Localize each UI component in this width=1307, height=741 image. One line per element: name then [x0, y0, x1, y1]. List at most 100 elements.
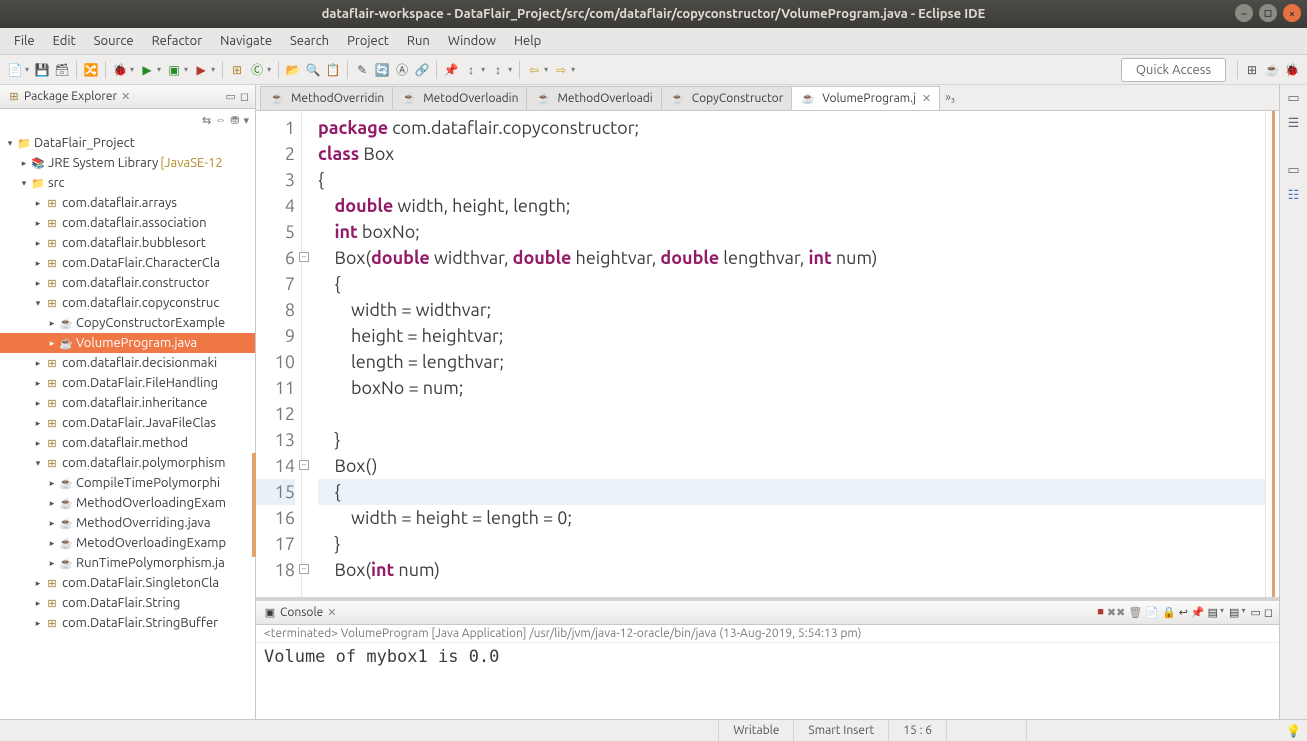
link-icon[interactable]: 🔗	[413, 61, 431, 79]
min-console-icon[interactable]: ▭	[1250, 606, 1260, 619]
menu-project[interactable]: Project	[339, 31, 397, 51]
remove-all-icon[interactable]: 🗑	[1128, 606, 1142, 619]
coverage-icon[interactable]: ▣	[165, 61, 183, 79]
editor-tab[interactable]: ☕MethodOverridin	[260, 86, 393, 110]
remove-launch-icon[interactable]: ✖✖	[1107, 606, 1125, 619]
editor-tab[interactable]: ☕MethodOverloadi	[526, 86, 661, 110]
project-node[interactable]: ▾📁DataFlair_Project	[0, 133, 255, 153]
menu-edit[interactable]: Edit	[45, 31, 84, 51]
package-explorer-tree[interactable]: ▾📁DataFlair_Project▸📚JRE System Library …	[0, 131, 255, 719]
wand-icon[interactable]: ✎	[353, 61, 371, 79]
package-node[interactable]: ▸⊞com.dataflair.arrays	[0, 193, 255, 213]
java-perspective-icon[interactable]: ☕	[1263, 61, 1281, 79]
new-class-icon[interactable]: Ⓒ	[248, 61, 266, 79]
close-button[interactable]: ×	[1283, 4, 1301, 22]
open-type-icon[interactable]: 📂	[284, 61, 302, 79]
max-console-icon[interactable]: ◻	[1264, 606, 1273, 619]
file-node[interactable]: ▸☕MethodOverriding.java	[0, 513, 255, 533]
switch-icon[interactable]: 🔀	[82, 61, 100, 79]
display-console-icon[interactable]: ▤	[1208, 606, 1218, 619]
menu-refactor[interactable]: Refactor	[144, 31, 211, 51]
dropdown-icon[interactable]: ▾	[130, 65, 134, 74]
pin-console-icon[interactable]: 📌	[1191, 606, 1205, 619]
maximize-view-icon[interactable]: ◻	[240, 90, 249, 103]
restore-icon[interactable]: ▭	[1287, 91, 1299, 106]
minimize-button[interactable]: –	[1235, 4, 1253, 22]
search-icon[interactable]: 🔍	[304, 61, 322, 79]
dropdown-icon[interactable]: ▾	[481, 65, 485, 74]
dropdown-icon[interactable]: ▾	[267, 65, 271, 74]
dropdown-icon[interactable]: ▾	[508, 65, 512, 74]
filter-icon[interactable]: ⛃	[230, 114, 239, 127]
tip-icon[interactable]: 💡	[1286, 724, 1301, 738]
package-node[interactable]: ▸⊞com.dataflair.bubblesort	[0, 233, 255, 253]
package-node[interactable]: ▸⊞com.dataflair.method	[0, 433, 255, 453]
debug-perspective-icon[interactable]: 🐞	[1283, 61, 1301, 79]
menu-search[interactable]: Search	[282, 31, 337, 51]
dropdown-icon[interactable]: ▾	[1220, 606, 1224, 619]
open-console-icon[interactable]: ▤	[1229, 606, 1239, 619]
quick-access[interactable]: Quick Access	[1121, 58, 1226, 82]
outline-icon[interactable]: ☷	[1288, 188, 1300, 203]
package-node[interactable]: ▸⊞com.DataFlair.StringBuffer	[0, 613, 255, 633]
menu-window[interactable]: Window	[440, 31, 504, 51]
nav-up-icon[interactable]: ↕	[462, 61, 480, 79]
terminate-icon[interactable]: ■	[1097, 606, 1104, 619]
open-perspective-icon[interactable]: ⊞	[1243, 61, 1261, 79]
package-node[interactable]: ▸⊞com.DataFlair.FileHandling	[0, 373, 255, 393]
task-list-icon[interactable]: ☰	[1288, 116, 1300, 131]
file-copyconstructorexample[interactable]: ▸☕CopyConstructorExample	[0, 313, 255, 333]
editor-gutter[interactable]: 12345−678910111213−14151617−18	[256, 111, 302, 597]
package-node[interactable]: ▸⊞com.DataFlair.CharacterCla	[0, 253, 255, 273]
file-node[interactable]: ▸☕CompileTimePolymorphi	[0, 473, 255, 493]
clear-console-icon[interactable]: 📄	[1145, 606, 1159, 619]
refresh-icon[interactable]: 🔄	[373, 61, 391, 79]
close-icon[interactable]: ✕	[922, 92, 931, 105]
debug-icon[interactable]: 🐞	[111, 61, 129, 79]
pin-icon[interactable]: 📌	[442, 61, 460, 79]
save-all-icon[interactable]: 🗃	[53, 61, 71, 79]
file-node[interactable]: ▸☕RunTimePolymorphism.ja	[0, 553, 255, 573]
menu-help[interactable]: Help	[506, 31, 549, 51]
view-menu-icon[interactable]: ▾	[243, 114, 249, 127]
save-icon[interactable]: 💾	[33, 61, 51, 79]
editor-tab[interactable]: ☕CopyConstructor	[661, 86, 793, 110]
code-editor[interactable]: package com.dataflair.copyconstructor;cl…	[302, 111, 1265, 597]
editor-tab[interactable]: ☕VolumeProgram.j✕	[791, 86, 940, 110]
new-icon[interactable]: 📄	[6, 61, 24, 79]
file-volumeprogram[interactable]: ▸☕VolumeProgram.java	[0, 333, 255, 353]
dropdown-icon[interactable]: ▾	[25, 65, 29, 74]
editor-tab[interactable]: ☕MetodOverloadin	[392, 86, 527, 110]
scroll-lock-icon[interactable]: 🔒	[1162, 606, 1176, 619]
tabs-overflow[interactable]: »₃	[939, 91, 961, 104]
package-node[interactable]: ▸⊞com.DataFlair.JavaFileClas	[0, 413, 255, 433]
forward-icon[interactable]: ⇨	[552, 61, 570, 79]
package-node[interactable]: ▸⊞com.DataFlair.SingletonCla	[0, 573, 255, 593]
pin-tab-icon[interactable]: ✕	[121, 90, 130, 103]
ext-tools-icon[interactable]: ▶	[192, 61, 210, 79]
jre-node[interactable]: ▸📚JRE System Library [JavaSE-12	[0, 153, 255, 173]
package-copyconstructor[interactable]: ▾⊞com.dataflair.copyconstruc	[0, 293, 255, 313]
overview-ruler[interactable]	[1265, 111, 1279, 597]
menu-navigate[interactable]: Navigate	[212, 31, 280, 51]
src-node[interactable]: ▾📁src	[0, 173, 255, 193]
console-output[interactable]: Volume of mybox1 is 0.0	[256, 643, 1279, 719]
task-icon[interactable]: 📋	[324, 61, 342, 79]
menu-run[interactable]: Run	[399, 31, 438, 51]
word-wrap-icon[interactable]: ↩	[1179, 606, 1188, 619]
nav-down-icon[interactable]: ↕	[489, 61, 507, 79]
package-node[interactable]: ▸⊞com.dataflair.constructor	[0, 273, 255, 293]
file-node[interactable]: ▸☕MetodOverloadingExamp	[0, 533, 255, 553]
dropdown-icon[interactable]: ▾	[1241, 606, 1245, 619]
link-editor-icon[interactable]: ⇔	[215, 114, 226, 126]
package-node[interactable]: ▸⊞com.DataFlair.String	[0, 593, 255, 613]
maximize-button[interactable]: ◻	[1259, 4, 1277, 22]
run-icon[interactable]: ▶	[138, 61, 156, 79]
dropdown-icon[interactable]: ▾	[184, 65, 188, 74]
restore-icon[interactable]: ▭	[1287, 163, 1299, 178]
back-icon[interactable]: ⇦	[525, 61, 543, 79]
collapse-all-icon[interactable]: ⇆	[202, 114, 211, 127]
dropdown-icon[interactable]: ▾	[544, 65, 548, 74]
package-node[interactable]: ▸⊞com.dataflair.decisionmaki	[0, 353, 255, 373]
menu-source[interactable]: Source	[86, 31, 142, 51]
